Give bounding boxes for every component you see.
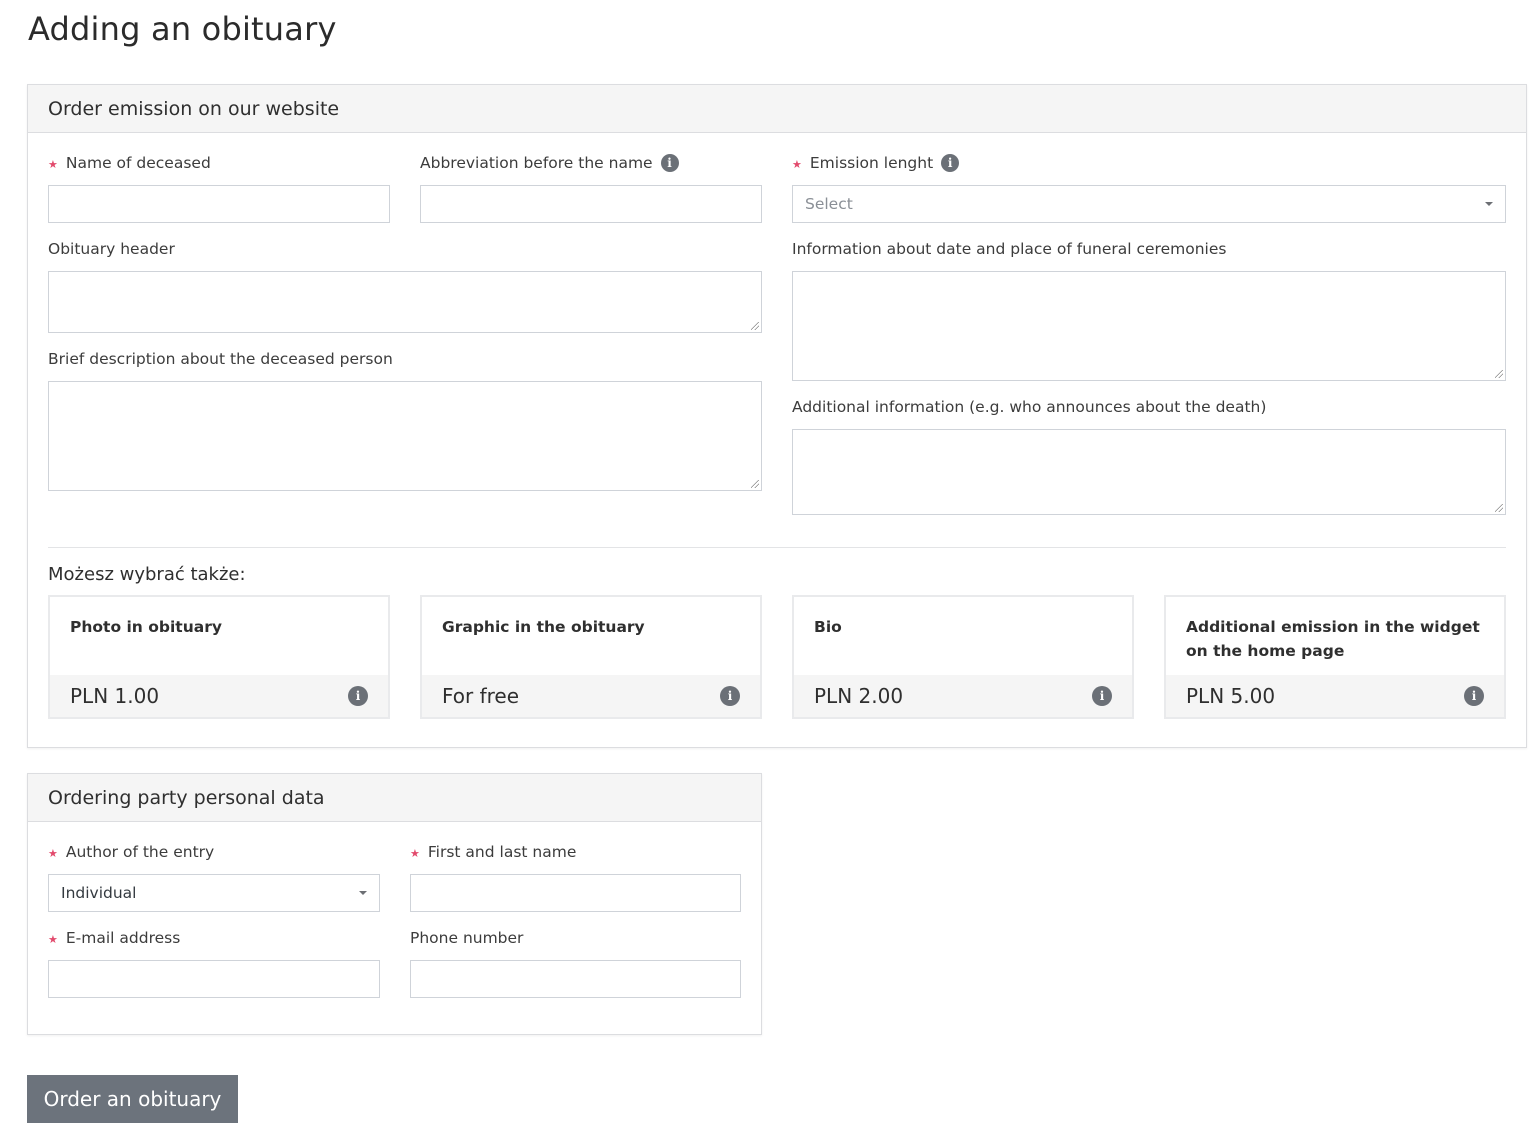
extra-card-footer: PLN 1.00 i [50,675,388,717]
brief-description-label: Brief description about the deceased per… [48,350,393,368]
extra-card-price: PLN 5.00 [1186,684,1276,708]
phone-input[interactable] [410,960,741,998]
email-label: ★ E-mail address [48,929,181,947]
additional-info-textarea[interactable] [792,429,1506,515]
required-star-icon: ★ [792,157,802,171]
extra-card-footer: For free i [422,675,760,717]
extra-card-widget-emission[interactable]: Additional emission in the widget on the… [1164,595,1506,719]
abbreviation-input[interactable] [420,185,762,223]
extra-card-title: Photo in obituary [70,618,222,636]
extra-card-title: Bio [814,618,842,636]
funeral-info-textarea[interactable] [792,271,1506,381]
info-icon[interactable]: i [1464,686,1484,706]
info-icon[interactable]: i [1092,686,1112,706]
section-divider [48,547,1506,548]
extra-card-price: PLN 1.00 [70,684,160,708]
page-title: Adding an obituary [28,10,337,48]
resize-handle-icon[interactable] [1495,370,1503,378]
info-icon[interactable]: i [348,686,368,706]
obituary-header-label: Obituary header [48,240,175,258]
emission-length-label: ★ Emission lenght i [792,154,960,172]
name-of-deceased-input[interactable] [48,185,390,223]
full-name-label: ★ First and last name [410,843,577,861]
funeral-info-label: Information about date and place of fune… [792,240,1227,258]
required-star-icon: ★ [48,157,58,171]
extra-card-title: Additional emission in the widget on the… [1186,618,1480,660]
extra-card-bio[interactable]: Bio PLN 2.00 i [792,595,1134,719]
emission-length-select[interactable]: Select [792,185,1506,223]
info-icon[interactable]: i [941,154,960,172]
extra-card-footer: PLN 2.00 i [794,675,1132,717]
order-obituary-button[interactable]: Order an obituary [27,1075,238,1123]
personal-data-panel-header: Ordering party personal data [28,774,761,822]
resize-handle-icon[interactable] [751,480,759,488]
phone-label: Phone number [410,929,524,947]
extra-card-graphic[interactable]: Graphic in the obituary For free i [420,595,762,719]
required-star-icon: ★ [48,846,58,860]
brief-description-textarea[interactable] [48,381,762,491]
author-select-value: Individual [61,884,137,902]
author-label: ★ Author of the entry [48,843,215,861]
author-select[interactable]: Individual [48,874,380,912]
email-input[interactable] [48,960,380,998]
chevron-down-icon [359,891,367,895]
chevron-down-icon [1485,202,1493,206]
resize-handle-icon[interactable] [1495,504,1503,512]
resize-handle-icon[interactable] [751,322,759,330]
extra-card-title: Graphic in the obituary [442,618,645,636]
info-icon[interactable]: i [720,686,740,706]
name-of-deceased-label: ★ Name of deceased [48,154,211,172]
required-star-icon: ★ [48,932,58,946]
extra-card-footer: PLN 5.00 i [1166,675,1504,717]
abbreviation-label: Abbreviation before the name i [420,154,679,172]
full-name-input[interactable] [410,874,741,912]
obituary-header-textarea[interactable] [48,271,762,333]
extras-label: Możesz wybrać także: [48,564,246,585]
extra-card-price: For free [442,684,520,708]
required-star-icon: ★ [410,846,420,860]
emission-panel-header: Order emission on our website [28,85,1526,133]
additional-info-label: Additional information (e.g. who announc… [792,398,1267,416]
emission-length-placeholder: Select [805,195,853,213]
extra-card-price: PLN 2.00 [814,684,904,708]
extra-card-photo[interactable]: Photo in obituary PLN 1.00 i [48,595,390,719]
info-icon[interactable]: i [660,154,679,172]
